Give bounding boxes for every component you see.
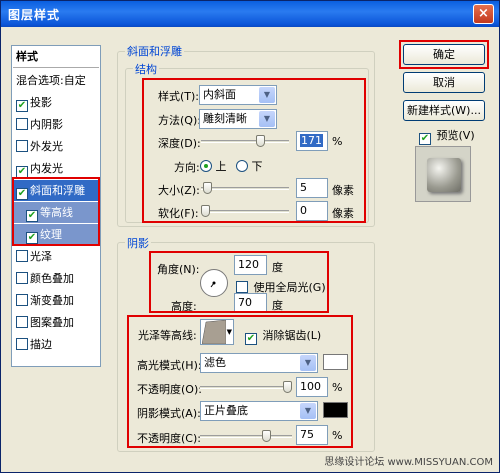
style-list-item-label: 内发光 <box>30 162 63 175</box>
checkbox-icon[interactable] <box>16 316 28 328</box>
style-list-item[interactable]: 颜色叠加 <box>13 268 99 289</box>
checkbox-icon[interactable]: ✔ <box>419 133 431 145</box>
style-list-item[interactable]: ✔ 投影 <box>13 92 99 113</box>
style-list-item[interactable]: 描边 <box>13 334 99 355</box>
style-list-item-label: 投影 <box>30 96 52 109</box>
checkbox-icon[interactable] <box>16 250 28 262</box>
style-list-item[interactable]: 内阴影 <box>13 114 99 135</box>
style-list-item[interactable]: 渐变叠加 <box>13 290 99 311</box>
style-list-item-label: 光泽 <box>30 250 52 263</box>
style-list-item-label: 描边 <box>30 338 52 351</box>
style-list-item-label: 图案叠加 <box>30 316 74 329</box>
highlight-box-gloss <box>127 315 353 448</box>
shading-title: 阴影 <box>125 235 151 251</box>
style-preview-thumbnail <box>415 146 471 202</box>
cancel-button[interactable]: 取消 <box>403 72 485 93</box>
checked-checkbox-icon[interactable]: ✔ <box>16 100 28 112</box>
style-list-item[interactable]: 图案叠加 <box>13 312 99 333</box>
highlight-box-structure <box>142 78 366 223</box>
checkbox-icon[interactable] <box>16 118 28 130</box>
checkbox-icon[interactable] <box>16 294 28 306</box>
checkbox-icon[interactable] <box>16 338 28 350</box>
style-list-item[interactable]: ✔ 内发光 <box>13 158 99 179</box>
watermark: 思缘设计论坛 www.MISSYUAN.COM <box>324 457 493 468</box>
style-list-item-label: 渐变叠加 <box>30 294 74 307</box>
highlight-box-left <box>12 177 100 246</box>
new-style-button[interactable]: 新建样式(W)... <box>403 100 485 121</box>
style-list-item[interactable]: 外发光 <box>13 136 99 157</box>
highlight-box-angle <box>149 251 329 313</box>
style-list-item[interactable]: 光泽 <box>13 246 99 267</box>
highlight-box-ok <box>399 40 489 69</box>
structure-title: 结构 <box>133 61 159 77</box>
bevel-emboss-title: 斜面和浮雕 <box>125 43 184 59</box>
preview-checkbox[interactable]: ✔ 预览(V) <box>419 127 475 145</box>
preview-texture <box>427 158 461 192</box>
title-bar[interactable]: 图层样式 × <box>1 1 499 27</box>
checkbox-icon[interactable] <box>16 140 28 152</box>
layer-style-dialog: 图层样式 × 样式 混合选项:自定 ✔ 投影 内阴影 外发光 ✔ 内发光 ✔ 斜面和浮雕 ✔ 等高… <box>0 0 500 473</box>
styles-header[interactable]: 样式 <box>13 46 99 68</box>
style-list-item-label: 外发光 <box>30 140 63 153</box>
close-button[interactable]: × <box>473 4 494 24</box>
blending-options-item[interactable]: 混合选项:自定 <box>13 70 99 91</box>
style-list-item-label: 颜色叠加 <box>30 272 74 285</box>
checkbox-icon[interactable] <box>16 272 28 284</box>
preview-label: 预览(V) <box>436 129 475 142</box>
dialog-title: 图层样式 <box>8 8 61 22</box>
style-list-item-label: 内阴影 <box>30 118 63 131</box>
